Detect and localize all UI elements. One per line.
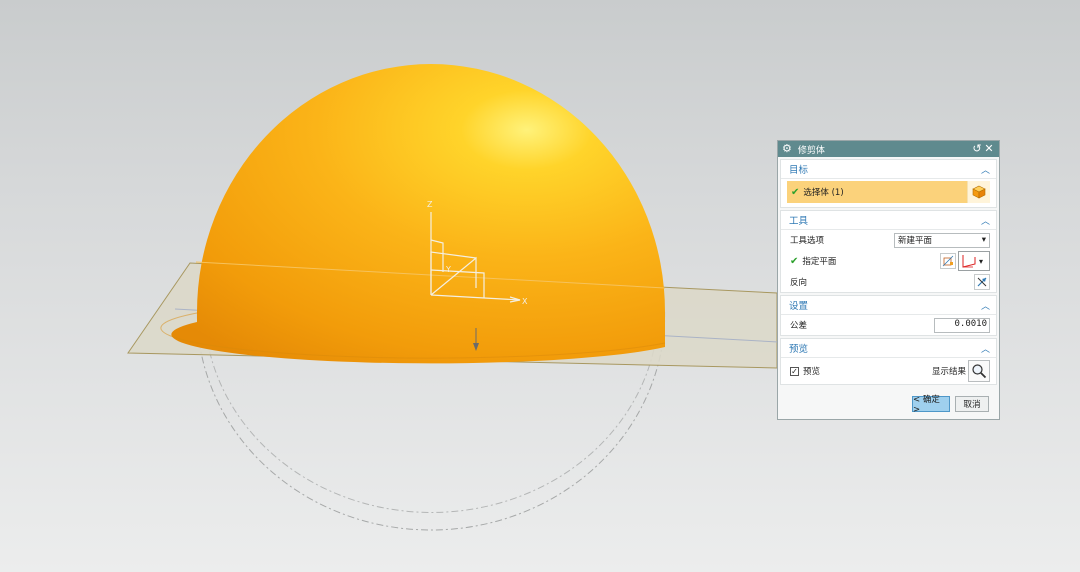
- specify-plane-row: ✔ 指定平面 ▾: [781, 250, 996, 272]
- dialog-title: 修剪体: [797, 145, 825, 156]
- target-group-header[interactable]: 目标 ︿: [781, 160, 996, 179]
- settings-group: 设置 ︿ 公差 0.0010: [780, 295, 997, 336]
- close-icon[interactable]: ✕: [983, 141, 995, 157]
- preview-header-label: 预览: [789, 344, 809, 355]
- chevron-down-icon: ▾: [981, 235, 986, 245]
- plane-dialog-icon[interactable]: [940, 253, 956, 269]
- ok-button[interactable]: < 确定 >: [912, 395, 950, 415]
- gear-icon[interactable]: ⚙: [782, 141, 792, 157]
- check-icon: ✔: [791, 186, 800, 198]
- triad-x-label: X: [522, 297, 528, 306]
- settings-group-header[interactable]: 设置 ︿: [781, 296, 996, 315]
- reverse-direction-icon[interactable]: [974, 274, 990, 290]
- inferred-plane-dropdown[interactable]: ▾: [958, 251, 990, 271]
- collapse-caret-icon[interactable]: ︿: [981, 163, 990, 176]
- tool-option-label: 工具选项: [790, 236, 825, 246]
- cancel-button[interactable]: 取消: [955, 396, 989, 412]
- dialog-titlebar: ⚙ 修剪体 ↺ ✕: [778, 141, 999, 157]
- chevron-down-icon: ▾: [979, 256, 984, 266]
- target-group: 目标 ︿ ✔ 选择体 (1): [780, 159, 997, 208]
- check-icon: ✔: [790, 255, 799, 267]
- reverse-row: 反向: [781, 272, 996, 292]
- collapse-caret-icon[interactable]: ︿: [981, 299, 990, 312]
- preview-label: 预览: [803, 367, 821, 377]
- solid-body-cube-icon[interactable]: [967, 181, 990, 203]
- tool-header-label: 工具: [789, 216, 809, 227]
- preview-group-header[interactable]: 预览 ︿: [781, 339, 996, 358]
- tool-option-row: 工具选项 新建平面 ▾: [781, 230, 996, 250]
- tolerance-row: 公差 0.0010: [781, 315, 996, 335]
- preview-checkbox[interactable]: ✓: [790, 366, 799, 376]
- tool-group-header[interactable]: 工具 ︿: [781, 211, 996, 230]
- show-result-label: 显示结果: [931, 367, 966, 377]
- collapse-caret-icon[interactable]: ︿: [981, 342, 990, 355]
- settings-header-label: 设置: [789, 301, 809, 312]
- dialog-footer: < 确定 > 取消: [778, 389, 999, 419]
- hemisphere-solid[interactable]: [160, 64, 666, 364]
- select-body-label: 选择体 (1): [803, 188, 844, 198]
- triad-z-label: Z: [427, 200, 433, 209]
- collapse-caret-icon[interactable]: ︿: [981, 214, 990, 227]
- preview-row: ✓ 预览 显示结果: [781, 358, 996, 384]
- show-result-button[interactable]: [968, 360, 990, 382]
- reset-icon[interactable]: ↺: [971, 141, 983, 157]
- preview-group: 预览 ︿ ✓ 预览 显示结果: [780, 338, 997, 385]
- tool-option-dropdown[interactable]: 新建平面 ▾: [894, 232, 990, 248]
- reverse-label: 反向: [790, 278, 808, 288]
- trim-body-dialog: ⚙ 修剪体 ↺ ✕ 目标 ︿ ✔ 选择体 (1) 工具 ︿ 工具选项 新建平面 …: [777, 140, 1000, 420]
- specify-plane-label: 指定平面: [802, 257, 837, 267]
- tolerance-label: 公差: [790, 321, 808, 331]
- tool-group: 工具 ︿ 工具选项 新建平面 ▾ ✔ 指定平面 ▾ 反向: [780, 210, 997, 293]
- tool-option-value: 新建平面: [898, 236, 933, 246]
- tolerance-input[interactable]: 0.0010: [934, 317, 990, 333]
- magnifier-icon: [972, 364, 987, 379]
- target-header-label: 目标: [789, 165, 809, 176]
- triad-y-label: Y: [445, 265, 451, 274]
- select-body-row[interactable]: ✔ 选择体 (1): [787, 181, 990, 203]
